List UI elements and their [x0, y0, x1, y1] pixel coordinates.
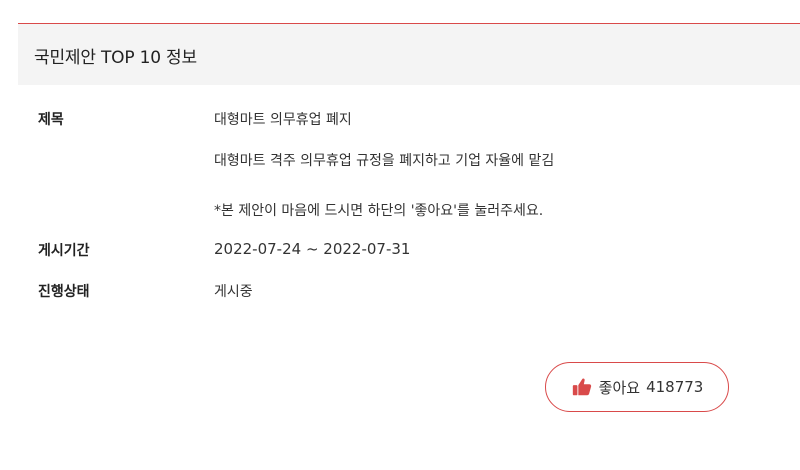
section-title: 국민제안 TOP 10 정보	[34, 48, 197, 68]
like-count: 418773	[646, 378, 704, 396]
like-label: 좋아요	[598, 378, 641, 397]
proposal-info-page: 국민제안 TOP 10 정보 제목 대형마트 의무휴업 폐지 대형마트 격주 의…	[0, 0, 800, 470]
period-label: 게시기간	[38, 243, 90, 259]
thumbs-up-icon	[571, 376, 593, 398]
status-value: 게시중	[214, 284, 253, 300]
period-value: 2022-07-24 ~ 2022-07-31	[214, 240, 411, 258]
status-label: 진행상태	[38, 284, 90, 300]
like-instruction-note: *본 제안이 마음에 드시면 하단의 '좋아요'를 눌러주세요.	[214, 203, 544, 219]
proposal-description: 대형마트 격주 의무휴업 규정을 폐지하고 기업 자율에 맡김	[214, 153, 555, 169]
section-header: 국민제안 TOP 10 정보	[18, 23, 800, 85]
like-button[interactable]: 좋아요 418773	[545, 362, 729, 412]
title-label: 제목	[38, 112, 64, 128]
proposal-title: 대형마트 의무휴업 폐지	[214, 112, 352, 128]
